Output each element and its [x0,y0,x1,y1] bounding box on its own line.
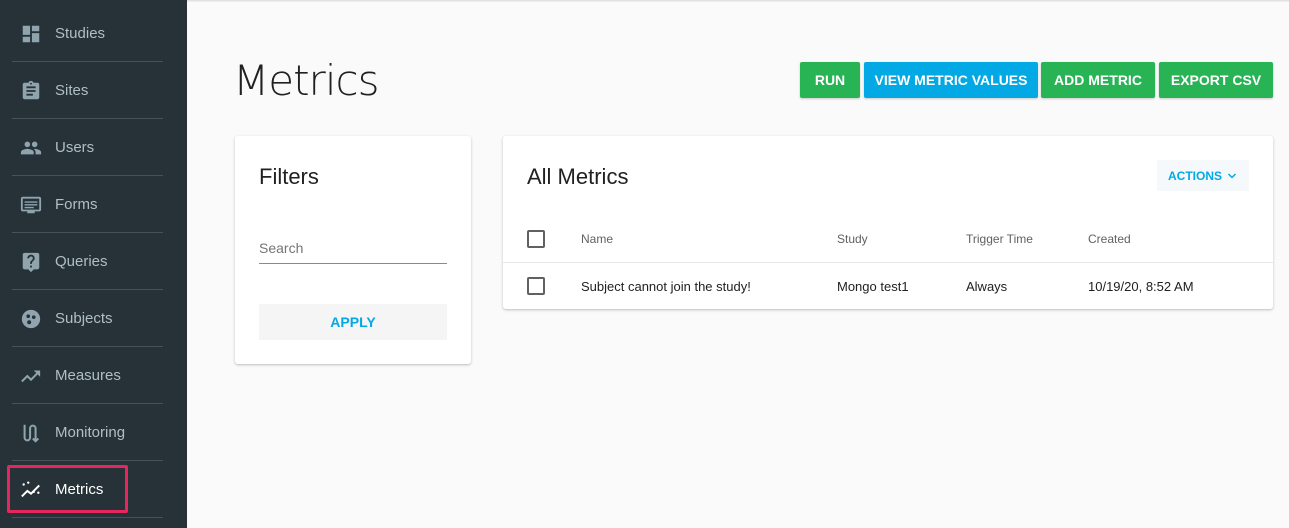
sidebar-item-monitoring[interactable]: Monitoring [0,404,187,461]
view-metric-values-button[interactable]: VIEW METRIC VALUES [864,62,1038,98]
cell-study: Mongo test1 [837,279,909,294]
people-icon [19,136,43,160]
sidebar-item-users[interactable]: Users [0,119,187,176]
form-icon [19,193,43,217]
export-csv-button[interactable]: EXPORT CSV [1159,62,1273,98]
top-shadow [187,0,1289,2]
sidebar-item-label: Subjects [55,310,113,327]
sidebar-item-label: Studies [55,25,106,42]
filters-title: Filters [259,164,319,189]
sidebar-item-label: Sites [55,82,89,99]
sidebar-item-sites[interactable]: Sites [0,62,187,119]
column-header-name[interactable]: Name [581,232,613,246]
filters-card: Filters APPLY [235,136,471,364]
all-metrics-card: All Metrics ACTIONS Name Study Trigger T… [503,136,1273,309]
run-button[interactable]: RUN [800,62,860,98]
sidebar-item-label: Forms [55,196,98,213]
help-icon [19,250,43,274]
sidebar-item-label: Queries [55,253,108,270]
sidebar-item-studies[interactable]: Studies [0,5,187,62]
add-metric-button[interactable]: ADD METRIC [1041,62,1155,98]
row-checkbox[interactable] [527,277,545,295]
search-input[interactable] [259,232,447,264]
sidebar-item-label: Measures [55,367,121,384]
active-highlight-box [7,465,128,513]
column-header-study[interactable]: Study [837,232,868,246]
sidebar-item-measures[interactable]: Measures [0,347,187,404]
select-all-checkbox[interactable] [527,230,545,248]
divider [12,517,163,518]
sidebar: Studies Sites Users Forms Queries Subjec [0,0,187,528]
all-metrics-title: All Metrics [527,164,629,189]
sidebar-item-label: Monitoring [55,424,126,441]
subjects-icon [19,307,43,331]
divider [503,262,1273,263]
chevron-down-icon [1227,172,1237,179]
column-header-trigger-time[interactable]: Trigger Time [966,232,1033,246]
trending-icon [19,364,43,388]
actions-label: ACTIONS [1168,168,1222,183]
sidebar-item-subjects[interactable]: Subjects [0,290,187,347]
column-header-created[interactable]: Created [1088,232,1131,246]
clipboard-icon [19,79,43,103]
page-title: Metrics [233,56,379,105]
actions-button[interactable]: ACTIONS [1157,160,1249,191]
monitoring-icon [19,421,43,445]
sidebar-item-forms[interactable]: Forms [0,176,187,233]
cell-name: Subject cannot join the study! [581,279,751,294]
cell-trigger-time: Always [966,279,1008,294]
cell-created: 10/19/20, 8:52 AM [1088,279,1194,294]
dashboard-icon [19,22,43,46]
sidebar-item-label: Users [55,139,95,156]
sidebar-item-queries[interactable]: Queries [0,233,187,290]
apply-button[interactable]: APPLY [259,304,447,340]
